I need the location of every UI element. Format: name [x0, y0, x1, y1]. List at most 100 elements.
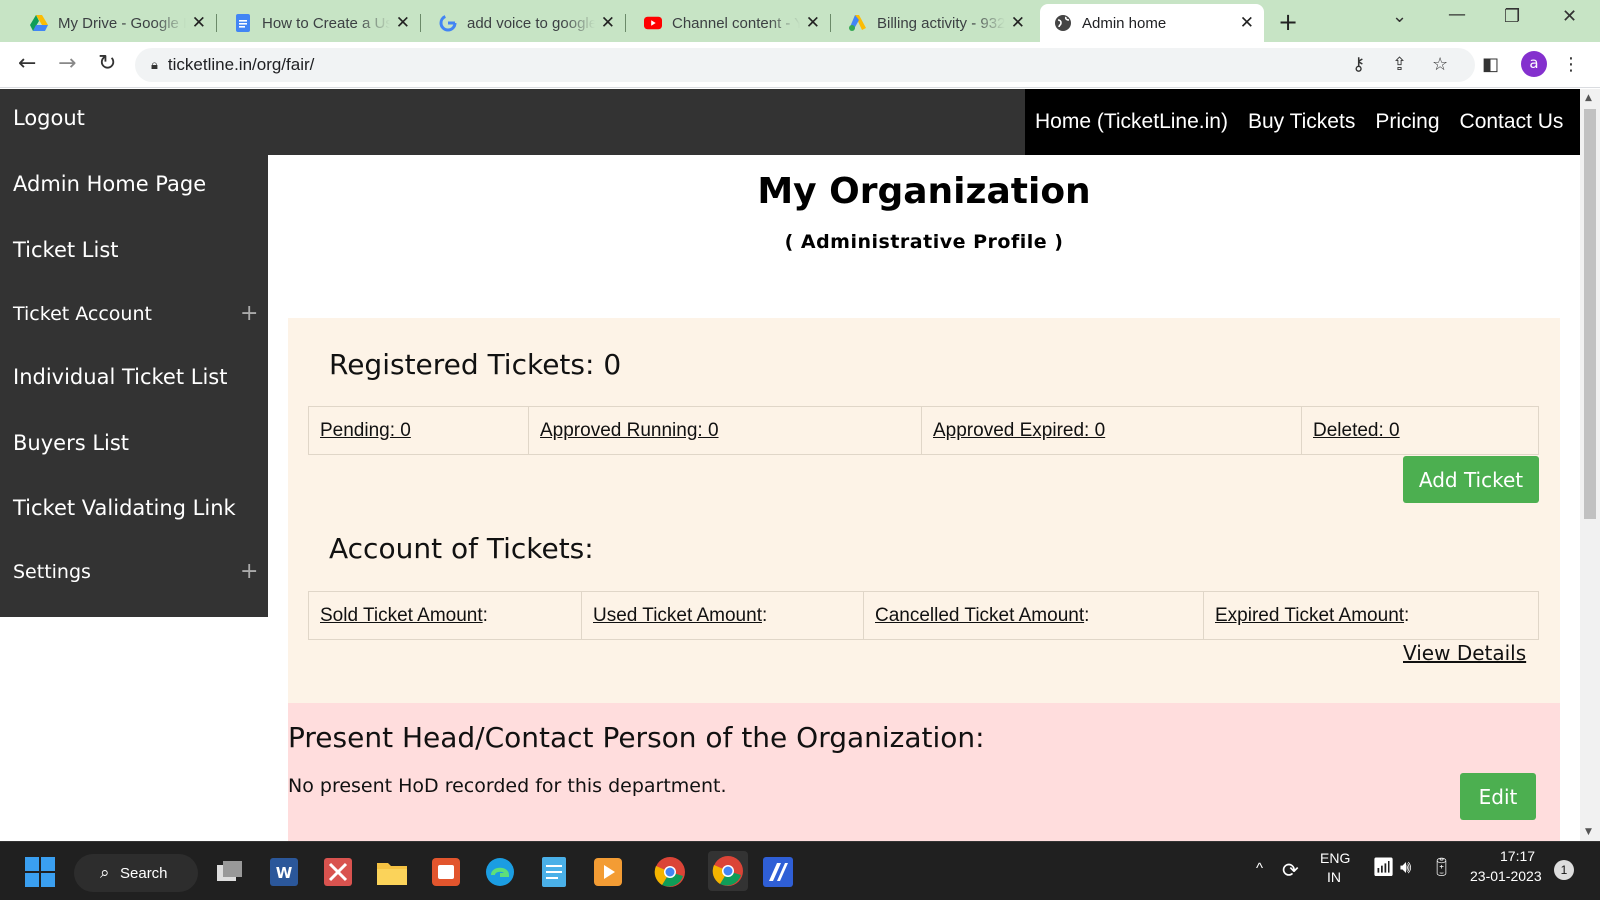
reload-icon[interactable]: ↻ — [98, 51, 116, 76]
sidebar-item-ticket-account[interactable]: Ticket Account — [13, 303, 152, 333]
chrome-profile-icon[interactable] — [654, 856, 686, 888]
close-icon[interactable]: ✕ — [192, 14, 206, 31]
sidebar-item-logout[interactable]: Logout — [13, 106, 85, 136]
profile-avatar[interactable]: a — [1521, 51, 1547, 77]
nav-link-contact[interactable]: Contact Us — [1460, 110, 1564, 134]
add-ticket-button[interactable]: Add Ticket — [1403, 456, 1539, 503]
sidebar-item-individual-ticket-list[interactable]: Individual Ticket List — [13, 365, 227, 395]
notification-badge[interactable]: 1 — [1554, 860, 1574, 880]
word-icon[interactable]: W — [268, 856, 300, 888]
sidebar-item-settings[interactable]: Settings — [13, 561, 91, 591]
share-icon[interactable]: ⇪ — [1392, 54, 1407, 75]
cancelled-ticket-amount-link[interactable]: Cancelled Ticket Amount — [875, 605, 1084, 627]
clock-date[interactable]: 23-01-2023 — [1470, 868, 1542, 884]
deleted-link[interactable]: Deleted: 0 — [1313, 420, 1400, 442]
show-hidden-icons-chevron[interactable]: ^ — [1256, 860, 1263, 877]
back-arrow-icon[interactable]: ← — [18, 51, 36, 76]
scroll-up-icon[interactable]: ▲ — [1585, 93, 1592, 103]
tab-title: How to Create a User — [262, 14, 390, 32]
nav-link-pricing[interactable]: Pricing — [1375, 110, 1439, 134]
amount-cell: Cancelled Ticket Amount: — [864, 592, 1204, 639]
battery-icon[interactable]: 🔋︎ — [1430, 857, 1453, 878]
wifi-icon[interactable]: 📶︎ — [1372, 857, 1395, 878]
close-icon[interactable]: ✕ — [1240, 14, 1254, 31]
media-player-icon[interactable] — [592, 856, 624, 888]
expand-plus-icon[interactable]: + — [240, 559, 258, 584]
google-drive-icon — [30, 14, 48, 32]
approved-expired-link[interactable]: Approved Expired: 0 — [933, 420, 1105, 442]
sidebar-item-admin-home[interactable]: Admin Home Page — [13, 172, 206, 202]
tab-search-chevron-icon[interactable]: ⌄ — [1392, 6, 1407, 27]
page-scrollbar[interactable]: ▲ ▼ — [1580, 89, 1600, 841]
tab-google-search[interactable]: add voice to google slides ✕ — [425, 4, 626, 42]
sidebar-item-buyers-list[interactable]: Buyers List — [13, 431, 129, 461]
minimize-icon[interactable]: — — [1448, 4, 1466, 25]
tab-my-drive[interactable]: My Drive - Google Drive ✕ — [16, 4, 217, 42]
used-ticket-amount-link[interactable]: Used Ticket Amount — [593, 605, 762, 627]
snipping-tool-icon[interactable] — [322, 856, 354, 888]
sidebar-item-ticket-validating-link[interactable]: Ticket Validating Link — [13, 496, 236, 526]
bookmark-star-icon[interactable]: ☆ — [1432, 54, 1448, 75]
scrollbar-thumb[interactable] — [1584, 109, 1596, 519]
sync-icon[interactable]: ⟳ — [1282, 858, 1299, 883]
taskbar-search[interactable]: ⌕ Search — [74, 854, 198, 892]
browser-tab-strip: My Drive - Google Drive ✕ How to Create … — [0, 0, 1600, 42]
expired-ticket-amount-link[interactable]: Expired Ticket Amount — [1215, 605, 1404, 627]
tab-youtube[interactable]: Channel content - YouTube ✕ — [630, 4, 831, 42]
side-panel-icon[interactable]: ◧ — [1482, 54, 1499, 75]
key-icon[interactable]: ⚷ — [1352, 54, 1365, 75]
url-bar[interactable]: 🔒︎ ticketline.in/org/fair/ — [135, 48, 1475, 82]
sidebar-item-ticket-list[interactable]: Ticket List — [13, 238, 119, 268]
volume-icon[interactable]: 🔊︎ — [1400, 857, 1411, 878]
close-icon[interactable]: ✕ — [806, 14, 820, 31]
account-of-tickets-row: Sold Ticket Amount: Used Ticket Amount: … — [308, 591, 1539, 640]
nav-link-home[interactable]: Home (TicketLine.in) — [1035, 110, 1228, 134]
edge-browser-icon[interactable] — [484, 856, 516, 888]
globe-icon — [1054, 14, 1072, 32]
page-subtitle: ( Administrative Profile ) — [784, 231, 1064, 253]
window-close-icon[interactable]: ✕ — [1562, 6, 1577, 27]
main-content: My Organization ( Administrative Profile… — [268, 155, 1580, 841]
status-cell: Deleted: 0 — [1302, 407, 1538, 454]
head-contact-heading: Present Head/Contact Person of the Organ… — [288, 721, 985, 754]
restore-icon[interactable]: ❐ — [1504, 6, 1520, 27]
clock-time[interactable]: 17:17 — [1500, 848, 1535, 864]
file-explorer-icon[interactable] — [376, 856, 408, 888]
tab-billing[interactable]: Billing activity - 932 ✕ — [835, 4, 1035, 42]
tab-docs[interactable]: How to Create a User ✕ — [220, 4, 421, 42]
close-icon[interactable]: ✕ — [396, 14, 410, 31]
svg-text:W: W — [276, 864, 293, 882]
pending-link[interactable]: Pending: 0 — [320, 420, 411, 442]
approved-running-link[interactable]: Approved Running: 0 — [540, 420, 719, 442]
close-icon[interactable]: ✕ — [1011, 14, 1025, 31]
close-icon[interactable]: ✕ — [601, 14, 615, 31]
new-tab-icon[interactable]: + — [1278, 8, 1298, 36]
sold-ticket-amount-link[interactable]: Sold Ticket Amount — [320, 605, 483, 627]
tab-title: add voice to google slides — [467, 14, 595, 32]
scroll-down-icon[interactable]: ▼ — [1585, 827, 1592, 837]
view-details-link[interactable]: View Details — [1403, 641, 1526, 665]
amount-cell: Sold Ticket Amount: — [309, 592, 582, 639]
nav-link-buy-tickets[interactable]: Buy Tickets — [1248, 110, 1355, 134]
notepad-icon[interactable] — [538, 856, 570, 888]
registered-tickets-heading: Registered Tickets: 0 — [329, 348, 622, 381]
google-docs-icon — [234, 14, 252, 32]
app-shortcut-icon[interactable] — [762, 856, 794, 888]
windows-start-icon[interactable] — [24, 856, 56, 888]
kebab-menu-icon[interactable]: ⋮ — [1562, 54, 1580, 75]
forward-arrow-icon[interactable]: → — [58, 51, 76, 76]
tab-admin-home[interactable]: Admin home ✕ — [1040, 4, 1264, 42]
task-view-icon[interactable] — [214, 856, 246, 888]
lock-icon[interactable]: 🔒︎ — [151, 57, 158, 73]
chrome-active-icon[interactable] — [708, 851, 748, 891]
expand-plus-icon[interactable]: + — [240, 301, 258, 326]
photo-editor-icon[interactable] — [430, 856, 462, 888]
edit-button[interactable]: Edit — [1460, 773, 1536, 820]
status-cell: Approved Running: 0 — [529, 407, 922, 454]
lang-top[interactable]: ENG — [1320, 850, 1350, 866]
lang-bottom[interactable]: IN — [1327, 869, 1341, 885]
tab-title: Admin home — [1082, 14, 1167, 32]
status-cell: Pending: 0 — [309, 407, 529, 454]
web-page: Home (TicketLine.in) Buy Tickets Pricing… — [0, 89, 1580, 841]
sidebar: Logout Admin Home Page Ticket List Ticke… — [0, 89, 268, 617]
